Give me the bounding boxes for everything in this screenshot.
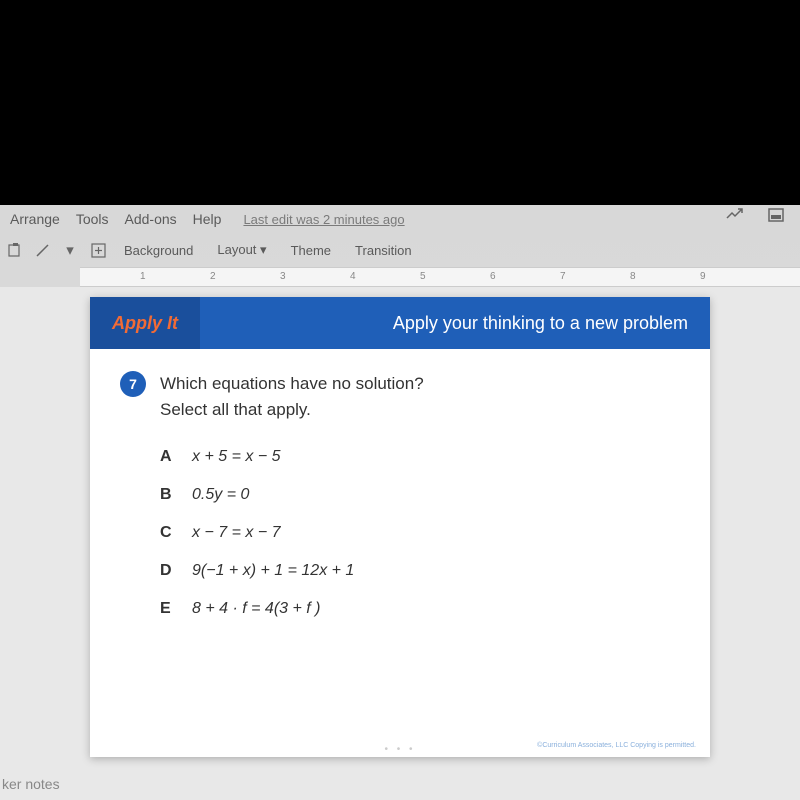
- last-edit-text[interactable]: Last edit was 2 minutes ago: [237, 212, 410, 227]
- trend-icon[interactable]: [720, 208, 750, 227]
- question-line1: Which equations have no solution?: [160, 371, 424, 397]
- choice-expression: 9(−1 + x) + 1 = 12x + 1: [192, 562, 354, 580]
- ruler-tick: 6: [490, 271, 496, 282]
- toolbar: ▾ Background Layout ▾ Theme Transition: [0, 233, 800, 267]
- speaker-notes-label[interactable]: ker notes: [0, 776, 60, 792]
- ruler-tick: 8: [630, 271, 636, 282]
- layout-button[interactable]: Layout ▾: [209, 242, 274, 258]
- menu-addons[interactable]: Add-ons: [119, 211, 183, 227]
- theme-button[interactable]: Theme: [283, 243, 339, 258]
- slide-handle-dots[interactable]: • • •: [384, 744, 415, 755]
- top-right-icons: [720, 208, 790, 227]
- menu-tools[interactable]: Tools: [70, 211, 115, 227]
- canvas-area: Apply It Apply your thinking to a new pr…: [0, 287, 800, 800]
- background-button[interactable]: Background: [116, 243, 201, 258]
- choice-label: A: [160, 448, 178, 466]
- menu-arrange[interactable]: Arrange: [4, 211, 66, 227]
- transition-button[interactable]: Transition: [347, 243, 420, 258]
- ruler-tick: 4: [350, 271, 356, 282]
- black-top-area: [0, 0, 800, 205]
- choice-label: D: [160, 562, 178, 580]
- apply-it-box: Apply It: [90, 297, 200, 349]
- question-number-badge: 7: [120, 371, 146, 397]
- choice-expression: 0.5y = 0: [192, 486, 249, 504]
- slide[interactable]: Apply It Apply your thinking to a new pr…: [90, 297, 710, 757]
- ruler-tick: 7: [560, 271, 566, 282]
- choice-e: E 8 + 4 · f = 4(3 + f ): [160, 600, 680, 618]
- ruler-tick: 9: [700, 271, 706, 282]
- ruler-tick: 3: [280, 271, 286, 282]
- menu-help[interactable]: Help: [187, 211, 228, 227]
- dropdown-caret-icon[interactable]: ▾: [60, 240, 80, 260]
- line-icon[interactable]: [32, 240, 52, 260]
- apply-it-label: Apply It: [112, 313, 178, 334]
- choices-list: A x + 5 = x − 5 B 0.5y = 0 C x − 7 = x −…: [160, 448, 680, 618]
- ruler-tick: 1: [140, 271, 146, 282]
- add-box-icon[interactable]: [88, 240, 108, 260]
- slide-header: Apply It Apply your thinking to a new pr…: [90, 297, 710, 349]
- question-row: 7 Which equations have no solution? Sele…: [120, 371, 680, 422]
- choice-b: B 0.5y = 0: [160, 486, 680, 504]
- choice-label: B: [160, 486, 178, 504]
- menu-bar: Arrange Tools Add-ons Help Last edit was…: [0, 205, 800, 233]
- app-area: Arrange Tools Add-ons Help Last edit was…: [0, 205, 800, 800]
- ruler: 1 2 3 4 5 6 7 8 9: [80, 267, 800, 287]
- paste-icon[interactable]: [4, 240, 24, 260]
- choice-expression: 8 + 4 · f = 4(3 + f ): [192, 600, 321, 618]
- slide-content: 7 Which equations have no solution? Sele…: [90, 349, 710, 660]
- ruler-tick: 5: [420, 271, 426, 282]
- question-text: Which equations have no solution? Select…: [160, 371, 424, 422]
- choice-label: E: [160, 600, 178, 618]
- header-text: Apply your thinking to a new problem: [393, 313, 688, 334]
- question-line2: Select all that apply.: [160, 397, 424, 423]
- choice-d: D 9(−1 + x) + 1 = 12x + 1: [160, 562, 680, 580]
- choice-c: C x − 7 = x − 7: [160, 524, 680, 542]
- choice-label: C: [160, 524, 178, 542]
- choice-expression: x + 5 = x − 5: [192, 448, 281, 466]
- choice-expression: x − 7 = x − 7: [192, 524, 281, 542]
- slide-footer: ©Curriculum Associates, LLC Copying is p…: [537, 742, 696, 749]
- ruler-tick: 2: [210, 271, 216, 282]
- choice-a: A x + 5 = x − 5: [160, 448, 680, 466]
- present-icon[interactable]: [762, 208, 790, 227]
